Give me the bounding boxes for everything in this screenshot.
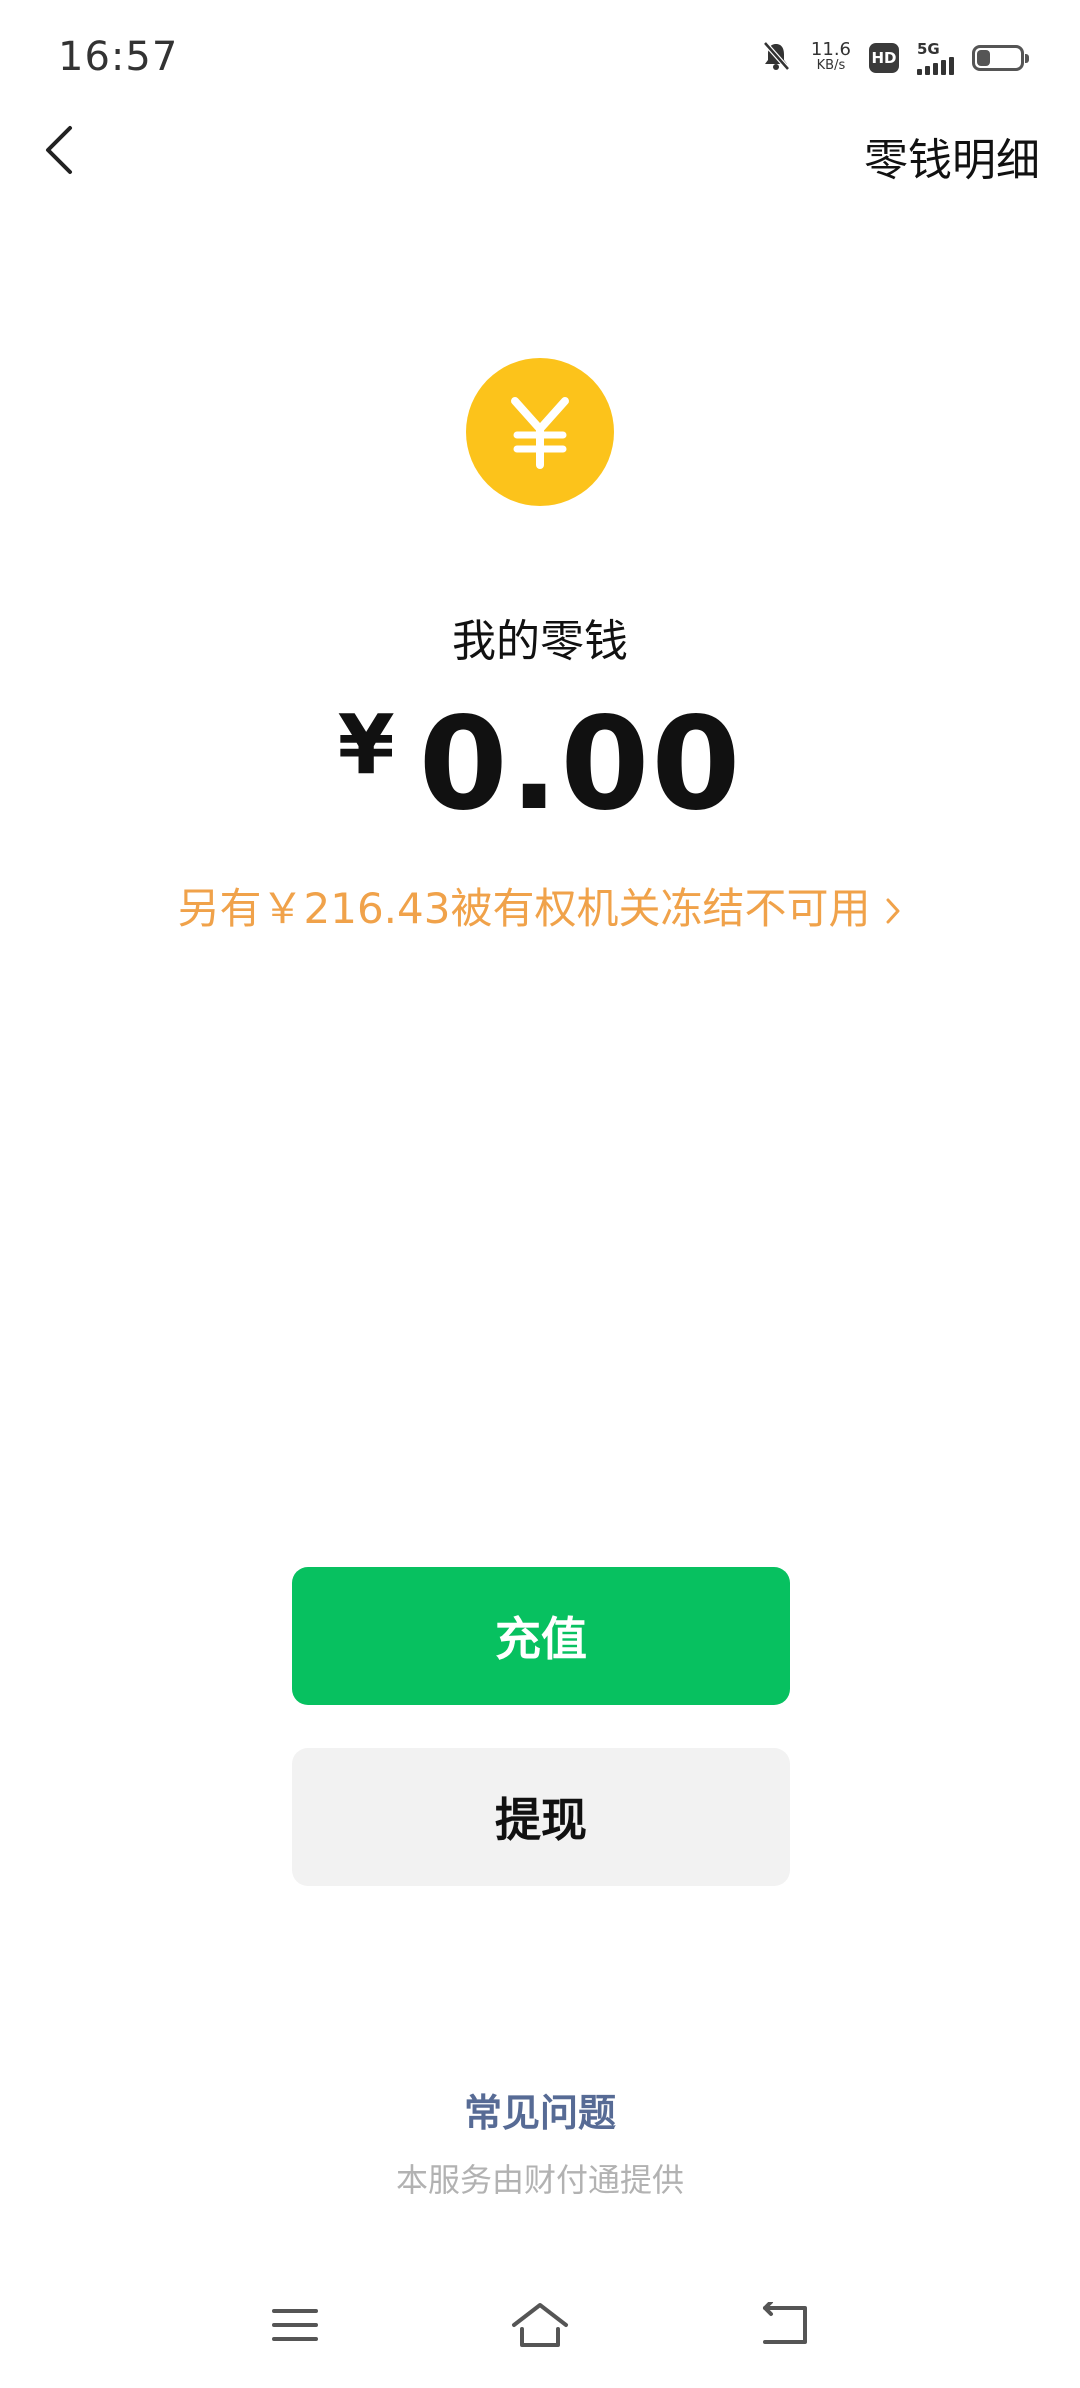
- nav-bar: 零钱明细: [0, 110, 1080, 190]
- faq-link[interactable]: 常见问题: [0, 2082, 1080, 2137]
- balance-detail-link[interactable]: 零钱明细: [864, 124, 1040, 188]
- network-label: 5G: [917, 39, 940, 58]
- mute-bell-icon: [759, 39, 793, 77]
- system-back-button[interactable]: [745, 2290, 825, 2360]
- coin-icon: [466, 358, 614, 506]
- balance-amount: ¥ 0.00: [0, 690, 1080, 839]
- status-bar: 16:57 11.6 KB/s HD 5G: [0, 0, 1080, 120]
- net-speed-unit: KB/s: [816, 58, 846, 73]
- battery-fill: [977, 50, 990, 66]
- net-speed-value: 11.6: [810, 39, 851, 60]
- hd-icon: HD: [869, 43, 899, 73]
- menu-icon: [272, 2309, 318, 2341]
- status-icons: 11.6 KB/s HD 5G: [759, 36, 1029, 80]
- home-icon: [512, 2303, 568, 2347]
- currency-symbol: ¥: [337, 698, 395, 793]
- system-nav-bar: [0, 2280, 1080, 2370]
- provider-text: 本服务由财付通提供: [395, 2161, 684, 2199]
- balance-value: 0.00: [418, 690, 743, 839]
- chevron-right-icon: [884, 887, 902, 936]
- frozen-funds-text: 另有￥216.43被有权机关冻结不可用: [177, 884, 871, 933]
- yuan-icon: [511, 397, 569, 469]
- withdraw-button[interactable]: 提现: [292, 1748, 790, 1886]
- back-button[interactable]: [30, 120, 90, 180]
- home-button[interactable]: [500, 2290, 580, 2360]
- battery-icon: [972, 45, 1029, 71]
- signal-icon: 5G: [917, 39, 954, 75]
- net-speed: 11.6 KB/s: [810, 39, 851, 74]
- status-time: 16:57: [58, 34, 179, 80]
- frozen-funds-notice[interactable]: 另有￥216.43被有权机关冻结不可用: [0, 875, 1080, 936]
- back-icon: [763, 2302, 807, 2344]
- chevron-left-icon: [46, 126, 72, 174]
- wallet-title: 我的零钱: [452, 616, 628, 667]
- recharge-button[interactable]: 充值: [292, 1567, 790, 1705]
- menu-button[interactable]: [255, 2290, 335, 2360]
- signal-bars: [917, 56, 954, 75]
